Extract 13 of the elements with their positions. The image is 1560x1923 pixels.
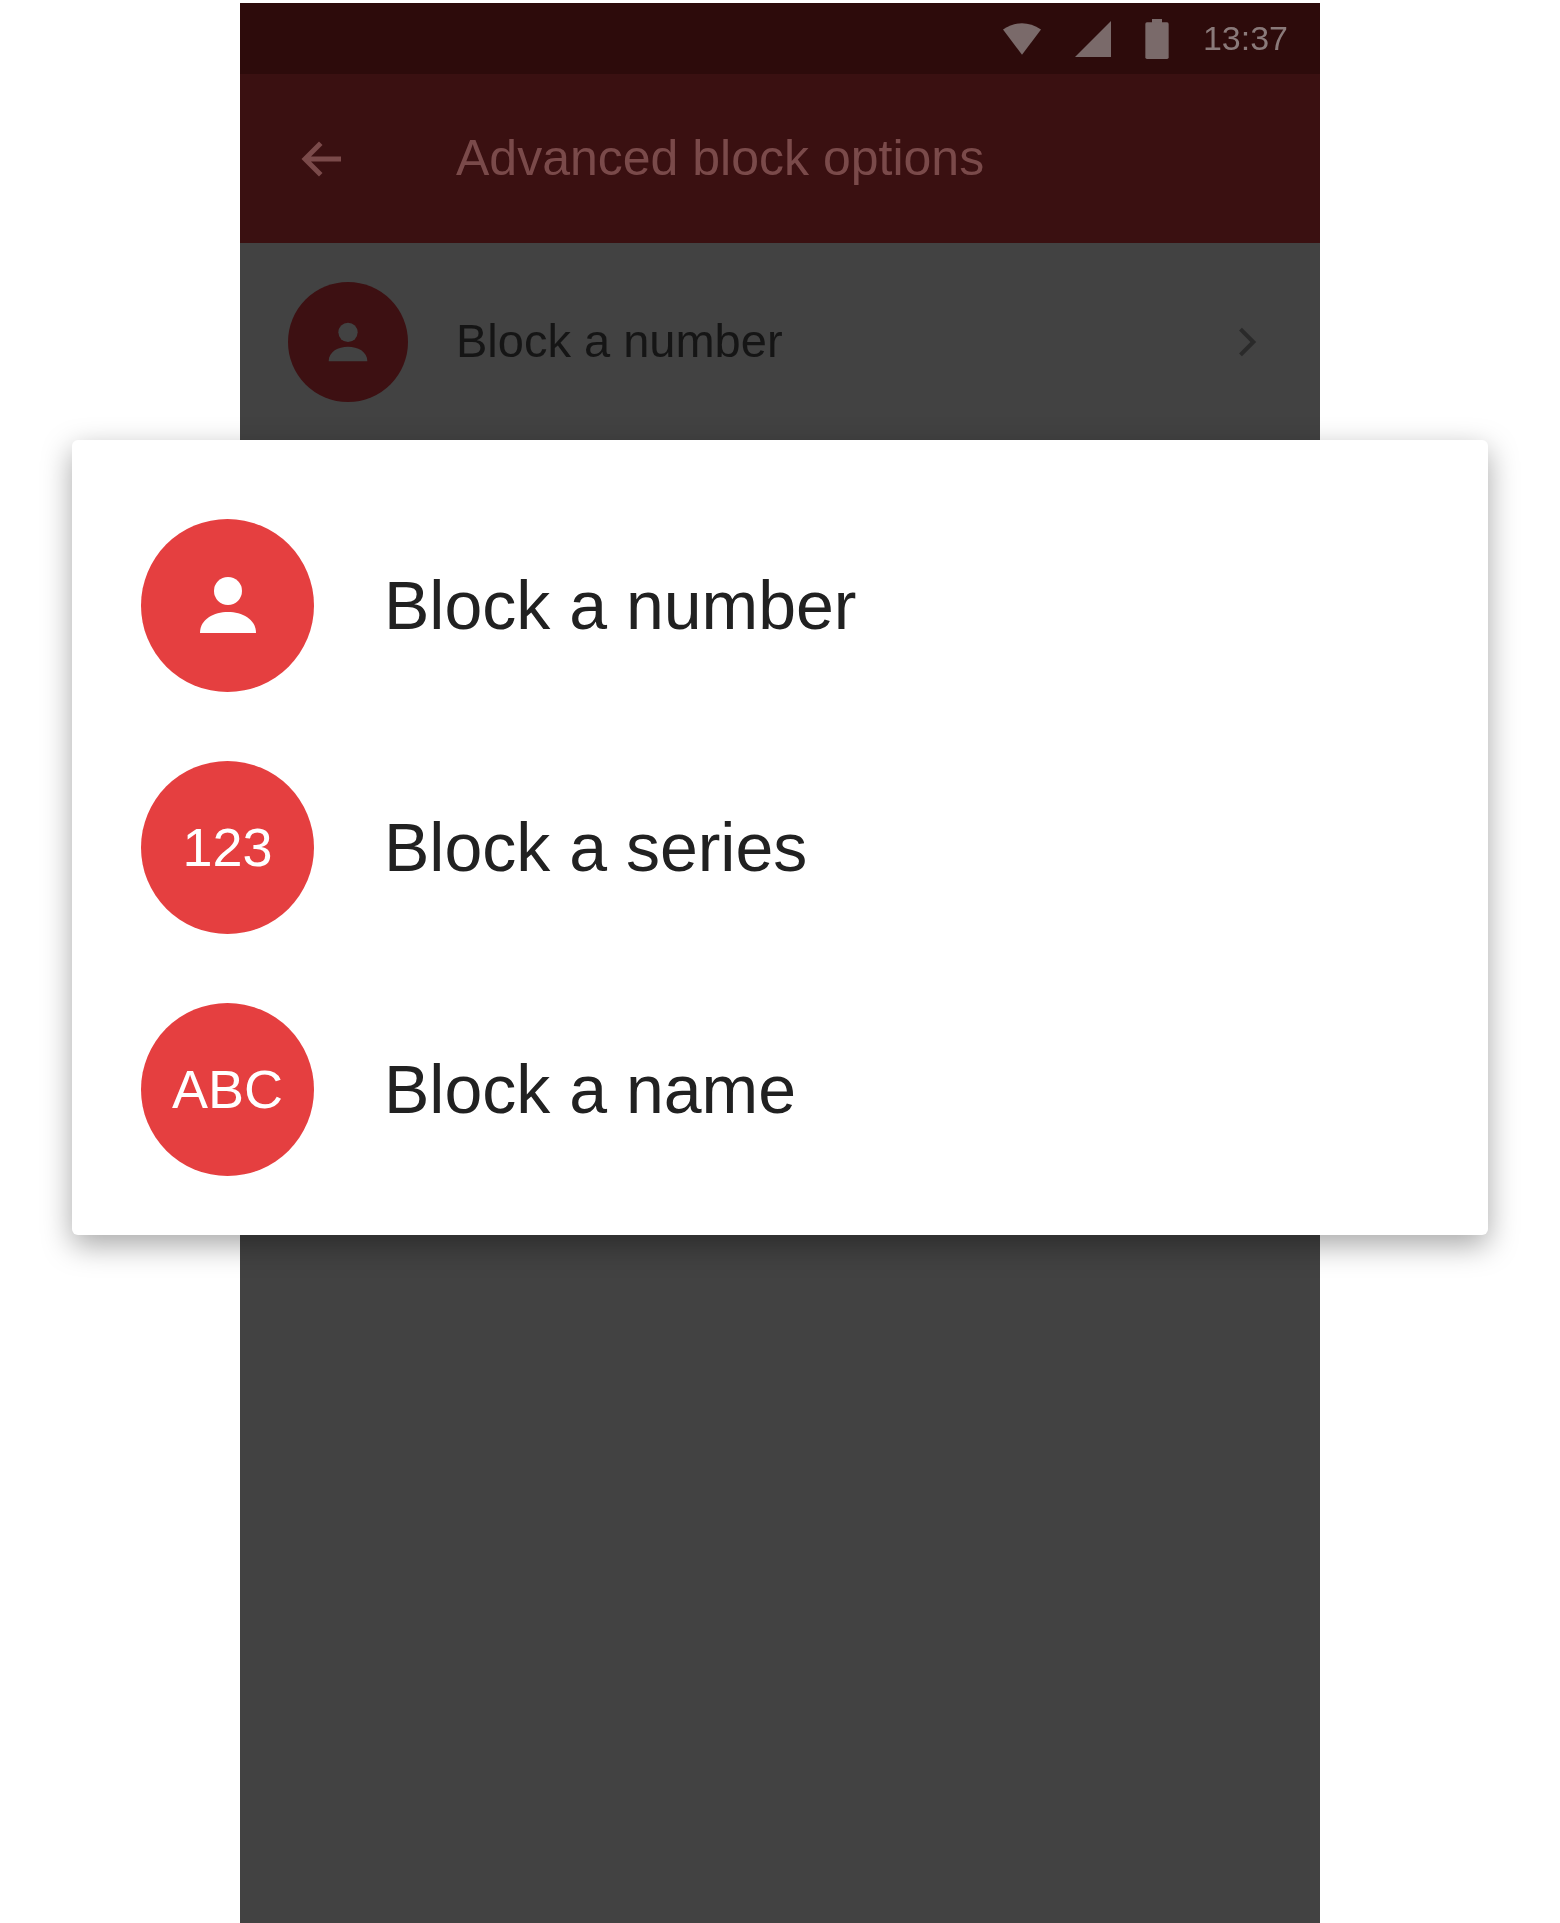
dialog-option[interactable]: ABC Block a name <box>72 968 1488 1210</box>
dialog-option[interactable]: Block a number <box>72 484 1488 726</box>
option-label: Block a name <box>384 1050 796 1129</box>
option-label: Block a number <box>384 566 857 645</box>
screen-title: Advanced block options <box>456 129 985 188</box>
option-label: Block a series <box>384 808 808 887</box>
signal-icon <box>1074 20 1111 57</box>
battery-icon <box>1144 18 1169 59</box>
avatar-label: 123 <box>182 815 273 879</box>
clock-time: 13:37 <box>1202 18 1288 59</box>
avatar-label: ABC <box>171 1057 283 1121</box>
dialog-option[interactable]: 123 Block a series <box>72 726 1488 968</box>
wifi-icon <box>1002 22 1041 55</box>
